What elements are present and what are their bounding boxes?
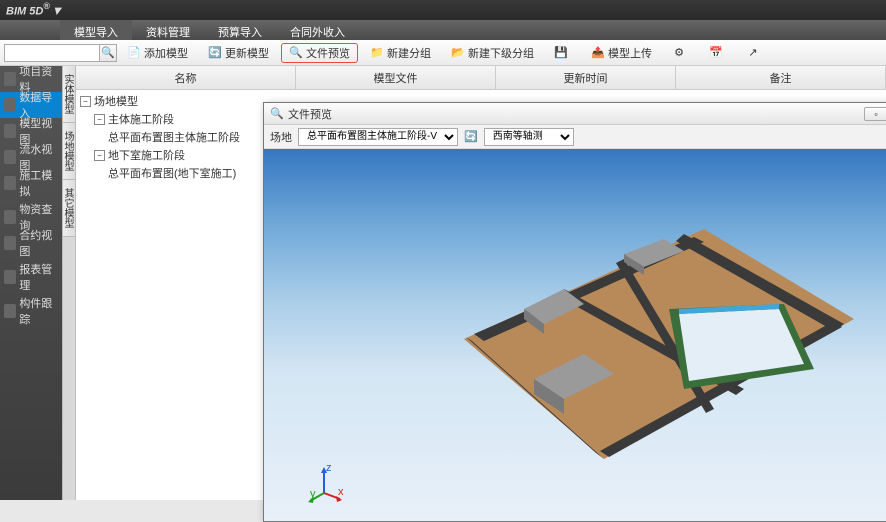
new-group-button[interactable]: 📁新建分组 [362, 43, 439, 63]
preview-site-select[interactable]: 总平面布置图主体施工阶段-V7 [298, 128, 458, 146]
sidebar-item-component-track[interactable]: 构件跟踪 [0, 298, 62, 324]
tree-toggle[interactable]: − [80, 96, 91, 107]
app-logo: BIM 5D® ▾ [6, 1, 60, 18]
settings-icon: ⚙ [672, 46, 686, 60]
preview-field-label: 场地 [270, 129, 292, 145]
svg-text:x: x [338, 486, 344, 498]
column-name[interactable]: 名称 [76, 66, 296, 89]
tree-toggle[interactable]: − [94, 150, 105, 161]
svg-text:y: y [310, 488, 316, 500]
sidebar-item-contract-view[interactable]: 合约视图 [0, 230, 62, 256]
add-model-icon: 📄 [127, 46, 141, 60]
new-subgroup-icon: 📂 [451, 46, 465, 60]
add-model-button[interactable]: 📄添加模型 [119, 43, 196, 63]
flow-view-icon [4, 150, 16, 164]
vtab-other-model[interactable]: 其它模型 [63, 180, 75, 237]
sidebar-item-report-manage[interactable]: 报表管理 [0, 264, 62, 290]
update-model-button[interactable]: 🔄更新模型 [200, 43, 277, 63]
component-track-icon [4, 304, 16, 318]
export-icon: ↗ [746, 46, 760, 60]
search-input[interactable] [4, 44, 100, 62]
contract-view-icon [4, 236, 16, 250]
search-icon: 🔍 [101, 46, 115, 59]
title-bar: BIM 5D® ▾ [0, 0, 886, 20]
preview-restore-button[interactable]: ▫ [864, 107, 886, 121]
tree-toggle[interactable]: − [94, 114, 105, 125]
column-remark[interactable]: 备注 [676, 66, 886, 89]
preview-window: 🔍 文件预览 ▫ ✕ 场地 总平面布置图主体施工阶段-V7 🔄 西南等轴测 [263, 102, 886, 522]
menu-model-import[interactable]: 模型导入 [60, 20, 132, 40]
new-subgroup-button[interactable]: 📂新建下级分组 [443, 43, 542, 63]
vtab-entity-model[interactable]: 实体模型 [63, 66, 75, 123]
report-manage-icon [4, 270, 16, 284]
calendar-icon: 📅 [709, 46, 723, 60]
export-button[interactable]: ↗ [738, 44, 771, 62]
project-data-icon [4, 72, 16, 86]
toolbar: 🔍 📄添加模型 🔄更新模型 🔍文件预览 📁新建分组 📂新建下级分组 💾 📤模型上… [0, 40, 886, 66]
material-query-icon [4, 210, 16, 224]
upload-icon: 📤 [591, 46, 605, 60]
menu-bar: 模型导入 资料管理 预算导入 合同外收入 [0, 20, 886, 40]
sidebar-item-construction-sim[interactable]: 施工模拟 [0, 170, 62, 196]
calendar-button[interactable]: 📅 [701, 44, 734, 62]
search-button[interactable]: 🔍 [99, 44, 117, 62]
refresh-icon[interactable]: 🔄 [464, 130, 478, 143]
preview-viewport[interactable]: z x y ▶ ✥ ⟲ 🔍+ 🔍- ⛶ ⬚ [264, 149, 886, 521]
model-upload-button[interactable]: 📤模型上传 [583, 43, 660, 63]
menu-data-manage[interactable]: 资料管理 [132, 20, 204, 40]
new-group-icon: 📁 [370, 46, 384, 60]
table-header: 名称 模型文件 更新时间 备注 [76, 66, 886, 90]
column-model-file[interactable]: 模型文件 [296, 66, 496, 89]
file-preview-icon: 🔍 [289, 46, 303, 60]
vertical-tabs: 实体模型 场地模型 其它模型 [62, 66, 76, 500]
vtab-site-model[interactable]: 场地模型 [63, 123, 75, 180]
svg-text:z: z [326, 463, 332, 474]
menu-budget-import[interactable]: 预算导入 [204, 20, 276, 40]
settings-button[interactable]: ⚙ [664, 44, 697, 62]
data-import-icon [4, 98, 16, 112]
save-button[interactable]: 💾 [546, 44, 579, 62]
file-preview-button[interactable]: 🔍文件预览 [281, 43, 358, 63]
preview-title-text: 文件预览 [288, 106, 864, 122]
model-3d-view [424, 209, 864, 489]
model-view-icon [4, 124, 16, 138]
preview-title-icon: 🔍 [270, 107, 284, 121]
axis-gizmo[interactable]: z x y [304, 463, 344, 503]
save-icon: 💾 [554, 46, 568, 60]
construction-sim-icon [4, 176, 16, 190]
content-area: 名称 模型文件 更新时间 备注 −场地模型 −主体施工阶段 总平面布置图主体施工… [76, 66, 886, 500]
update-model-icon: 🔄 [208, 46, 222, 60]
column-update-time[interactable]: 更新时间 [496, 66, 676, 89]
menu-contract-external[interactable]: 合同外收入 [276, 20, 359, 40]
preview-titlebar[interactable]: 🔍 文件预览 ▫ ✕ [264, 103, 886, 125]
preview-axis-select[interactable]: 西南等轴测 [484, 128, 574, 146]
sidebar: 项目资料 数据导入 模型视图 流水视图 施工模拟 物资查询 合约视图 报表管理 … [0, 66, 62, 500]
preview-toolbar: 场地 总平面布置图主体施工阶段-V7 🔄 西南等轴测 [264, 125, 886, 149]
